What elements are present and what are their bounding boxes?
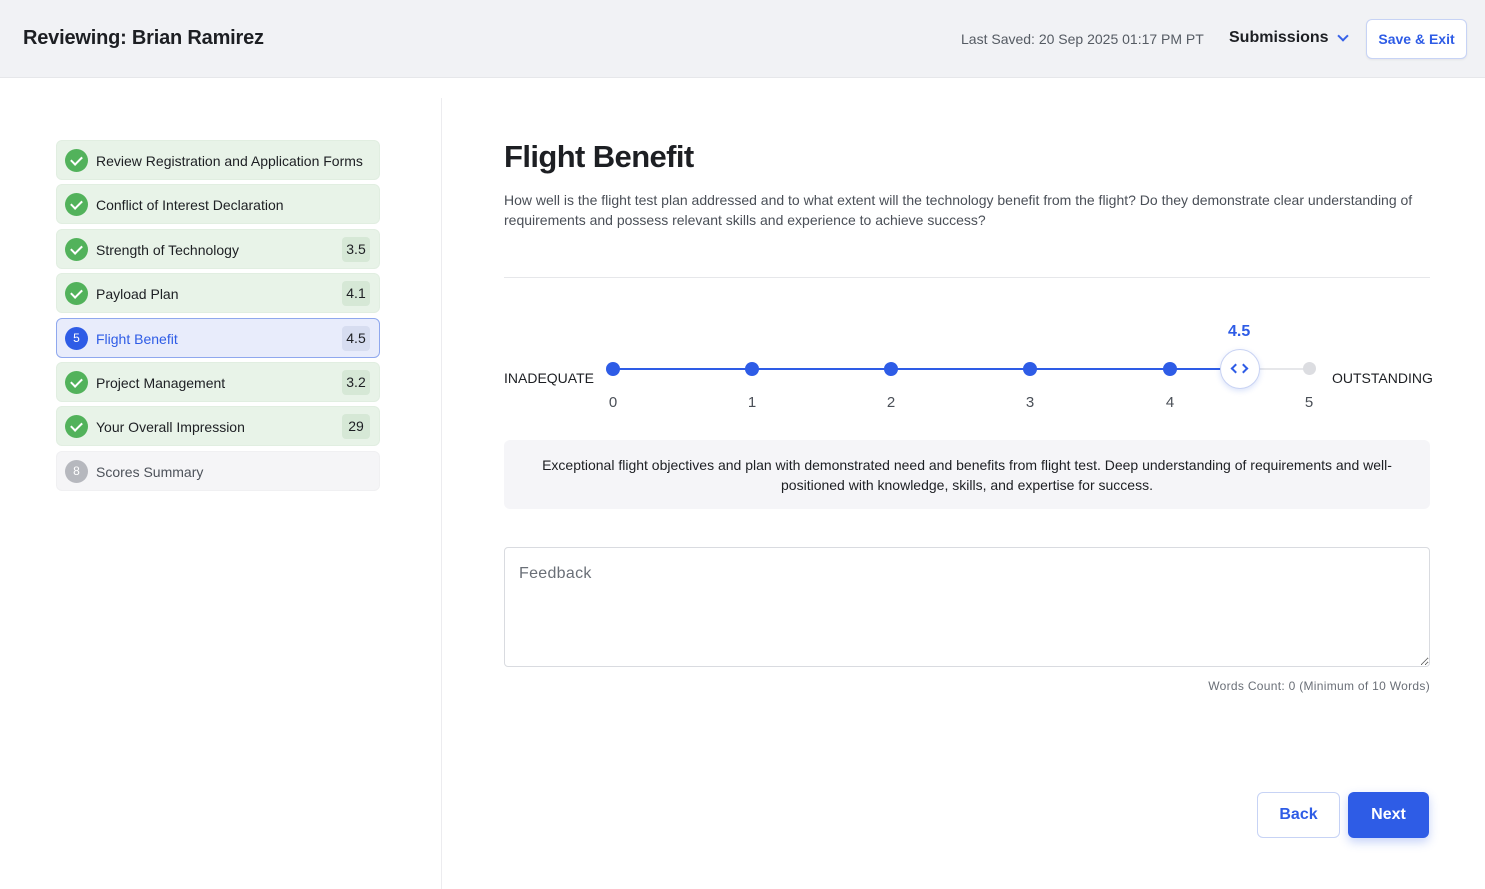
score-badge: 4.5: [342, 325, 370, 351]
check-circle-icon: [65, 282, 88, 306]
score-badge: 3.2: [342, 369, 370, 395]
sidebar-item-conflict-of-interest[interactable]: Conflict of Interest Declaration: [56, 184, 380, 225]
sidebar-item-review-registration[interactable]: Review Registration and Application Form…: [56, 140, 380, 180]
sidebar-item-flight-benefit[interactable]: 5 Flight Benefit 4.5: [56, 317, 380, 358]
slider-tick-label: 5: [1304, 394, 1314, 411]
slider-tick-label: 2: [886, 394, 896, 411]
feedback-input[interactable]: [504, 547, 1430, 667]
sidebar-item-label: Scores Summary: [96, 463, 204, 480]
last-saved-text: Last Saved: 20 Sep 2025 01:17 PM PT: [961, 31, 1204, 47]
scale-min-label: INADEQUATE: [504, 370, 594, 386]
slider-dot[interactable]: [1303, 362, 1316, 375]
chevron-right-icon: [1238, 363, 1249, 374]
sidebar-item-project-management[interactable]: Project Management 3.2: [56, 361, 380, 402]
sidebar-item-label: Review Registration and Application Form…: [96, 153, 363, 169]
check-circle-icon: [65, 149, 88, 172]
step-number-badge: 5: [65, 326, 88, 350]
sidebar-item-label: Project Management: [96, 374, 226, 391]
scale-max-label: OUTSTANDING: [1332, 370, 1433, 386]
slider-track-filled[interactable]: [612, 368, 1240, 370]
slider-tick-label: 0: [608, 394, 618, 411]
slider-dot[interactable]: [606, 362, 620, 376]
sidebar-item-payload-plan[interactable]: Payload Plan 4.1: [56, 273, 380, 314]
slider-thumb[interactable]: [1220, 349, 1260, 389]
sidebar-item-label: Payload Plan: [96, 286, 179, 303]
top-bar: Reviewing: Brian Ramirez Last Saved: 20 …: [0, 0, 1485, 78]
page-header-title: Reviewing: Brian Ramirez: [23, 27, 264, 49]
check-circle-icon: [65, 237, 88, 261]
sidebar-item-label: Flight Benefit: [96, 330, 178, 347]
slider-dot[interactable]: [1023, 362, 1037, 376]
chevron-down-icon: [1336, 29, 1349, 42]
slider-tick-label: 3: [1025, 394, 1035, 411]
section-divider: [504, 277, 1430, 278]
rating-descriptor: Exceptional flight objectives and plan w…: [504, 440, 1430, 509]
score-badge: 3.5: [342, 236, 370, 262]
sidebar-item-strength-of-technology[interactable]: Strength of Technology 3.5: [56, 228, 380, 269]
step-number-badge: 8: [65, 459, 88, 483]
word-count-text: Words Count: 0 (Minimum of 10 Words): [1208, 679, 1430, 693]
sidebar-item-overall-impression[interactable]: Your Overall Impression 29: [56, 406, 380, 447]
check-circle-icon: [65, 370, 88, 394]
submissions-dropdown[interactable]: Submissions: [1229, 29, 1349, 47]
back-button[interactable]: Back: [1257, 792, 1340, 838]
sidebar-item-label: Conflict of Interest Declaration: [96, 197, 284, 214]
score-badge: 4.1: [342, 281, 370, 307]
sidebar-item-label: Your Overall Impression: [96, 419, 245, 436]
page-title: Flight Benefit: [504, 139, 694, 174]
slider-dot[interactable]: [884, 362, 898, 376]
slider-dot[interactable]: [1163, 362, 1177, 376]
score-badge: 29: [342, 414, 370, 440]
check-circle-icon: [65, 193, 88, 217]
save-exit-button[interactable]: Save & Exit: [1366, 19, 1467, 59]
submissions-label: Submissions: [1229, 29, 1329, 46]
slider-dot[interactable]: [745, 362, 759, 376]
sidebar-item-label: Strength of Technology: [96, 241, 239, 258]
slider-value-label: 4.5: [1228, 323, 1251, 340]
panel-divider: [441, 98, 442, 889]
next-button[interactable]: Next: [1348, 792, 1429, 838]
sidebar-item-scores-summary[interactable]: 8 Scores Summary: [56, 450, 380, 491]
slider-tick-label: 1: [747, 394, 757, 411]
check-circle-icon: [65, 415, 88, 439]
slider-tick-label: 4: [1165, 394, 1175, 411]
criterion-question: How well is the flight test plan address…: [504, 192, 1413, 228]
sidebar: Review Registration and Application Form…: [56, 140, 380, 495]
